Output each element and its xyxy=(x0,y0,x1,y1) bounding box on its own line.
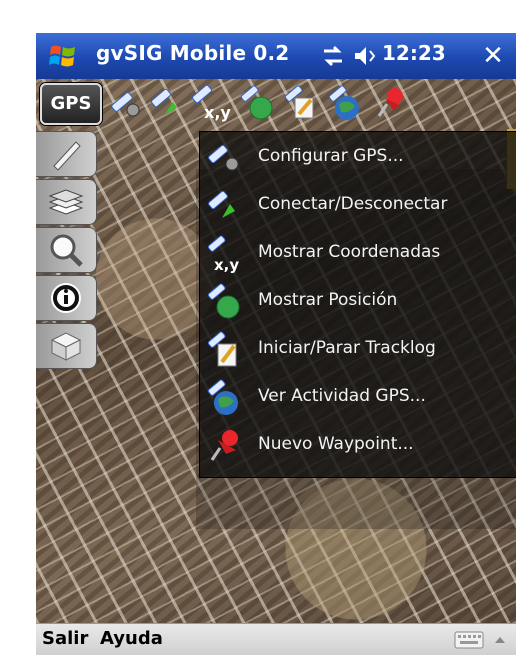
menu-item-conectar-desconectar[interactable]: Conectar/Desconectar xyxy=(200,184,516,228)
connectivity-icon[interactable] xyxy=(320,43,346,69)
volume-icon[interactable] xyxy=(352,43,378,69)
coordinates-icon[interactable]: x,y xyxy=(188,83,232,123)
menu-item-label: Conectar/Desconectar xyxy=(258,194,448,214)
gps-activity-icon[interactable] xyxy=(324,83,364,123)
app-title: gvSIG Mobile 0.2 xyxy=(96,41,290,65)
gps-connect-icon[interactable] xyxy=(146,83,186,123)
menu-item-label: Nuevo Waypoint... xyxy=(258,434,414,454)
layers-icon xyxy=(48,189,84,215)
waypoint-icon xyxy=(210,430,238,461)
info-tool-button[interactable] xyxy=(36,275,97,321)
menu-item-ver-actividad-gps[interactable]: Ver Actividad GPS... xyxy=(200,376,516,420)
title-bar: gvSIG Mobile 0.2 12:23 ✕ xyxy=(36,33,516,79)
menu-item-iniciar-parar-tracklog[interactable]: Iniciar/Parar Tracklog xyxy=(200,328,516,372)
menu-item-configurar-gps[interactable]: Configurar GPS... xyxy=(200,136,516,180)
info-icon xyxy=(51,283,81,313)
waypoint-icon[interactable] xyxy=(370,83,410,123)
gps-button[interactable]: GPS xyxy=(40,83,102,125)
menu-item-label: Mostrar Posición xyxy=(258,290,398,310)
windows-start-icon[interactable] xyxy=(48,41,78,71)
gps-connect-icon xyxy=(208,190,235,218)
pencil-icon xyxy=(53,141,81,171)
menu-item-mostrar-posicion[interactable]: Mostrar Posición xyxy=(200,280,516,324)
menu-item-label: Mostrar Coordenadas xyxy=(258,242,441,262)
map-3d-icon xyxy=(50,332,82,361)
tracklog-icon xyxy=(207,331,237,367)
show-position-icon[interactable] xyxy=(236,83,276,123)
gps-config-icon[interactable] xyxy=(104,83,144,123)
salir-softkey[interactable]: Salir xyxy=(42,628,88,649)
gps-menu: Configurar GPS... Conectar/Desconectar x… xyxy=(199,131,516,478)
coordinates-icon: x,y xyxy=(207,235,239,274)
menu-item-mostrar-coordenadas[interactable]: x,y Mostrar Coordenadas xyxy=(200,232,516,276)
zoom-tool-button[interactable] xyxy=(36,227,97,273)
bottom-menu-bar: Salir Ayuda xyxy=(36,623,516,655)
pda-screen: gvSIG Mobile 0.2 12:23 ✕ GPS x,y Configu… xyxy=(36,33,516,655)
menu-item-label: Iniciar/Parar Tracklog xyxy=(258,338,436,358)
coordinates-icon-text: x,y xyxy=(204,103,231,122)
clock[interactable]: 12:23 xyxy=(382,41,446,65)
tracklog-icon[interactable] xyxy=(280,83,320,123)
menu-item-nuevo-waypoint[interactable]: Nuevo Waypoint... xyxy=(200,424,516,468)
keyboard-arrow-icon[interactable] xyxy=(492,630,508,650)
pencil-tool-button[interactable] xyxy=(36,131,97,177)
toolbar: GPS x,y xyxy=(36,79,516,189)
gps-config-icon xyxy=(208,144,239,171)
coordinates-icon-text: x,y xyxy=(214,256,239,274)
map-3d-tool-button[interactable] xyxy=(36,323,97,369)
gps-activity-icon xyxy=(207,379,238,415)
layers-tool-button[interactable] xyxy=(36,179,97,225)
menu-item-label: Configurar GPS... xyxy=(258,146,404,166)
keyboard-icon[interactable] xyxy=(454,630,484,650)
show-position-icon xyxy=(207,283,240,319)
ayuda-softkey[interactable]: Ayuda xyxy=(100,628,163,649)
zoom-icon xyxy=(50,234,83,267)
close-button[interactable]: ✕ xyxy=(474,35,512,77)
menu-item-label: Ver Actividad GPS... xyxy=(258,386,426,406)
